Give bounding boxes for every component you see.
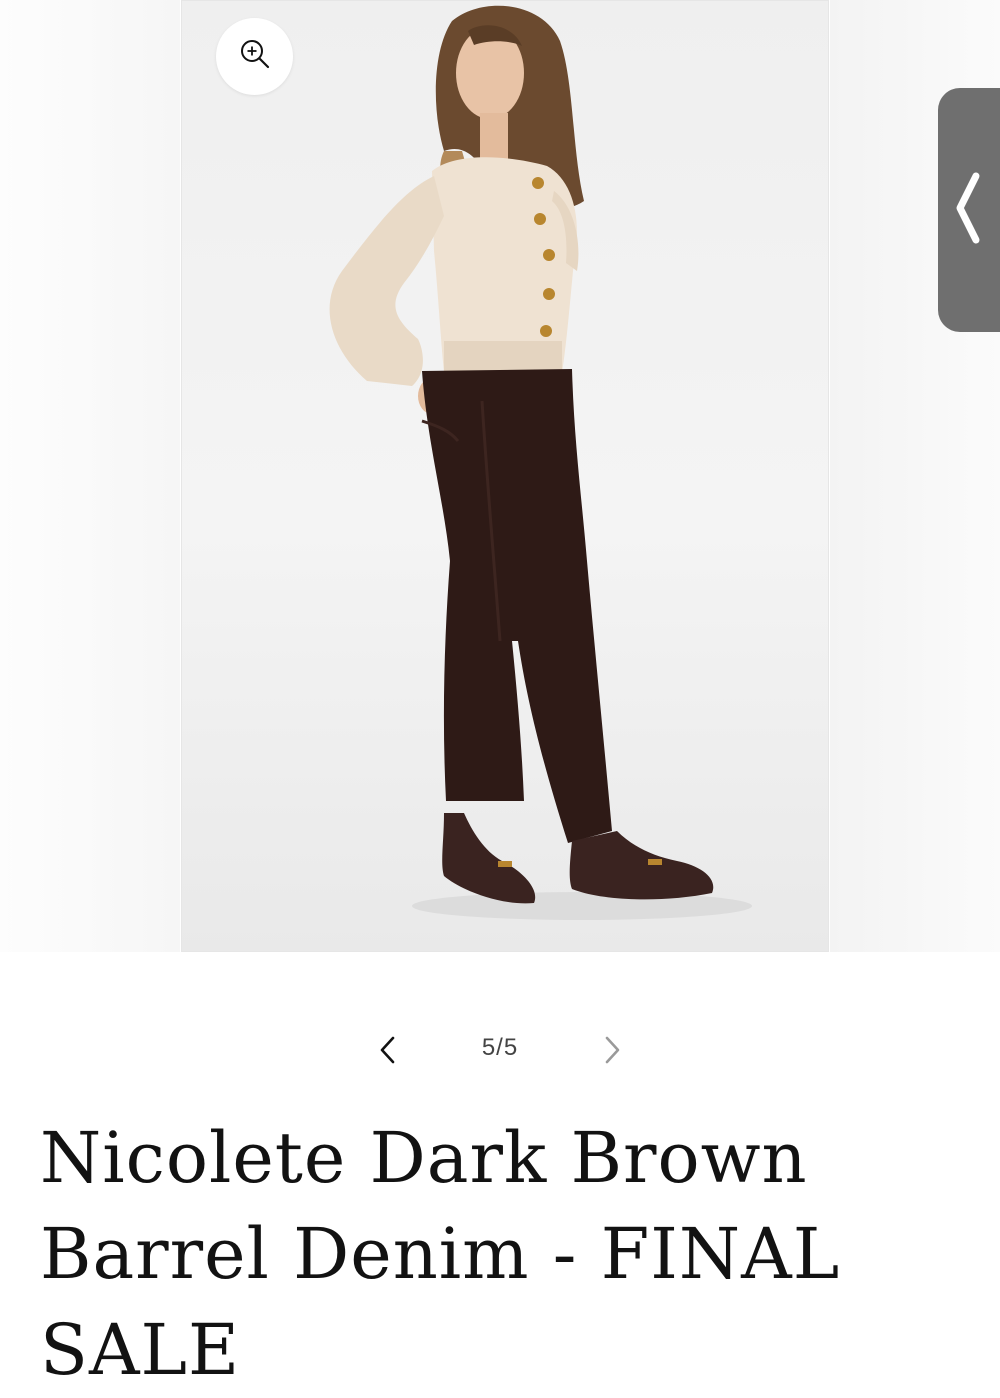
slider-controls: 5/5 [0, 1022, 1000, 1076]
slider-next-button[interactable] [590, 1030, 634, 1074]
model-photo-illustration [329, 5, 752, 920]
slide-counter: 5/5 [481, 1034, 519, 1061]
zoom-in-icon [238, 37, 272, 76]
chevron-left-icon [952, 168, 982, 253]
product-gallery [0, 0, 1000, 960]
product-title: Nicolete Dark Brown Barrel Denim - FINAL… [40, 1117, 841, 1391]
side-drawer-tab[interactable] [938, 88, 1000, 332]
zoom-button[interactable] [216, 18, 293, 95]
slider-previous-button[interactable] [366, 1030, 410, 1074]
chevron-left-icon [378, 1035, 398, 1070]
previous-slide-peek [0, 0, 180, 952]
chevron-right-icon [602, 1035, 622, 1070]
product-image[interactable] [181, 0, 829, 952]
